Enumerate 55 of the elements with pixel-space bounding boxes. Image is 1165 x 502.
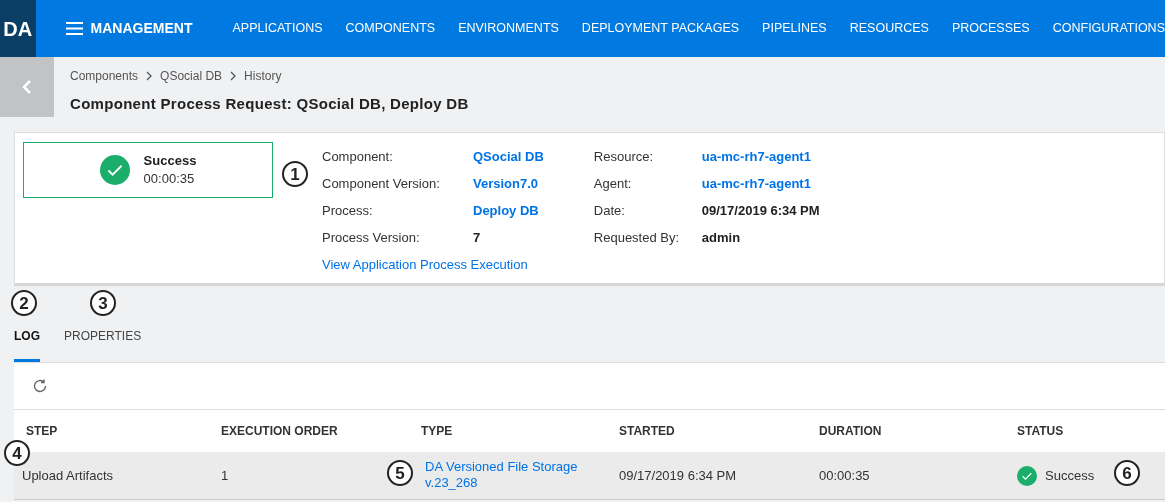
field-link[interactable]: ua-mc-rh7-agent1 — [701, 173, 811, 194]
page-title: Component Process Request: QSocial DB, Deploy DB — [70, 94, 469, 114]
field-link[interactable]: QSocial DB — [473, 146, 544, 167]
field-label: Process Version: — [322, 228, 421, 247]
field-value: admin — [701, 228, 741, 247]
breadcrumb-link[interactable]: Components — [70, 67, 139, 85]
field-link[interactable]: ua-mc-rh7-agent1 — [701, 146, 811, 167]
view-execution-link[interactable]: View Application Process Execution — [322, 251, 544, 278]
field-label: Component: — [322, 147, 394, 166]
field-label: Date: — [593, 201, 626, 220]
chevron-right-icon — [230, 71, 237, 81]
breadcrumb-link[interactable]: QSocial DB — [160, 67, 223, 85]
status-text: Success — [143, 152, 197, 170]
back-chevron-icon — [22, 79, 32, 95]
nav-link[interactable]: CONFIGURATIONS — [1052, 19, 1165, 38]
nav-link[interactable]: ENVIRONMENTS — [458, 19, 559, 38]
nav-link[interactable]: PROCESSES — [951, 19, 1030, 38]
nav-link[interactable]: PIPELINES — [762, 19, 827, 38]
breadcrumb-link[interactable]: History — [244, 67, 282, 85]
table-cell: 09/17/2019 6:34 PM — [619, 467, 737, 483]
nav-link[interactable]: COMPONENTS — [345, 19, 436, 38]
success-check-icon — [1017, 465, 1037, 486]
column-header[interactable]: STEP — [26, 422, 221, 440]
field-link[interactable]: Deploy DB — [473, 200, 539, 221]
refresh-icon — [32, 378, 48, 394]
success-check-icon — [99, 155, 130, 185]
field-value: 7 — [473, 228, 481, 247]
table-cell: 1 — [221, 467, 229, 483]
table-cell: 00:00:35 — [819, 467, 870, 483]
type-link[interactable]: DA Versioned File Storage v.23_268 — [425, 458, 578, 491]
nav-link[interactable]: RESOURCES — [849, 19, 929, 38]
management-menu-button[interactable]: MANAGEMENT — [65, 18, 193, 39]
nav-link[interactable]: APPLICATIONS — [232, 19, 323, 38]
field-label: Process: — [322, 201, 374, 220]
column-header[interactable]: STARTED — [619, 422, 819, 440]
field-label: Requested By: — [593, 228, 681, 247]
field-value: 09/17/2019 6:34 PM — [701, 201, 820, 220]
duration-text: 00:00:35 — [143, 170, 196, 188]
callout-number: 3 — [90, 290, 116, 316]
callout-number: 4 — [4, 440, 30, 466]
field-label: Agent: — [593, 174, 633, 193]
callout-number: 2 — [11, 290, 37, 316]
table-cell: Upload Artifacts — [22, 467, 114, 483]
app-logo[interactable]: DA — [0, 0, 36, 57]
nav-link[interactable]: DEPLOYMENT PACKAGES — [581, 19, 740, 38]
column-header[interactable]: STATUS — [1017, 422, 1157, 440]
chevron-right-icon — [146, 71, 153, 81]
column-header[interactable]: DURATION — [819, 422, 1017, 440]
field-label: Resource: — [593, 147, 655, 166]
status-text: Success — [1045, 466, 1095, 485]
menu-icon — [65, 22, 83, 35]
field-link[interactable]: Version7.0 — [473, 173, 539, 194]
field-label: Component Version: — [322, 174, 441, 193]
column-header[interactable]: TYPE — [421, 422, 619, 440]
column-header[interactable]: EXECUTION ORDER — [221, 422, 421, 440]
